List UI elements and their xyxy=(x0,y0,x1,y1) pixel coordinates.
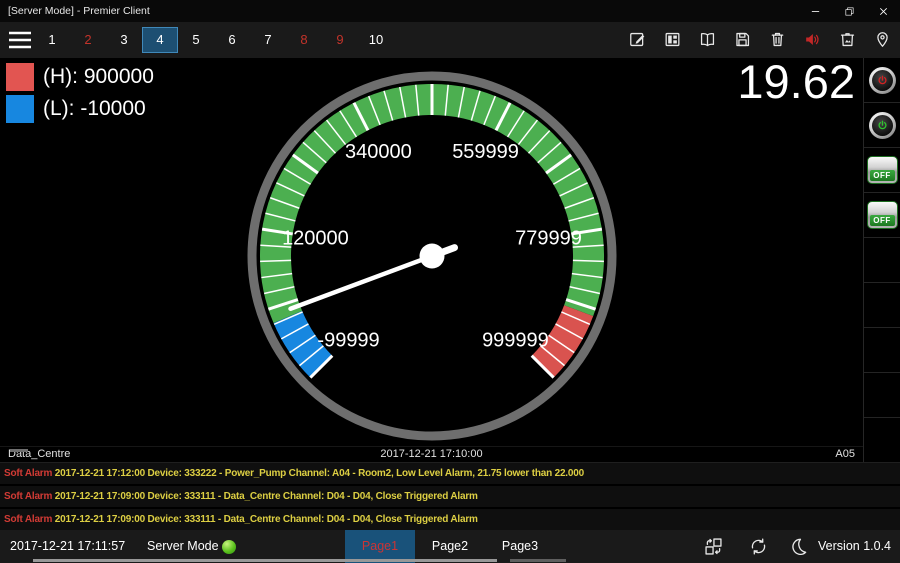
horizontal-scrollbar-track[interactable] xyxy=(510,559,566,562)
tab-3[interactable]: 3 xyxy=(106,27,142,53)
high-limit-label: (H): 900000 xyxy=(43,65,154,89)
horizontal-scrollbar-thumb[interactable] xyxy=(33,559,497,562)
high-limit-swatch xyxy=(6,63,34,91)
tab-8[interactable]: 8 xyxy=(286,27,322,53)
power-on-button[interactable] xyxy=(869,112,896,139)
legend-low-row: (L): -10000 xyxy=(6,95,154,123)
speaker-icon xyxy=(803,30,822,49)
screen-tabs: 1 2 3 4 5 6 7 8 9 10 xyxy=(34,27,394,53)
restore-icon xyxy=(844,6,855,17)
edit-button[interactable] xyxy=(628,30,647,49)
title-bar: [Server Mode] - Premier Client xyxy=(0,0,900,22)
delete-button[interactable] xyxy=(768,30,787,49)
sync-button[interactable] xyxy=(748,536,769,557)
window-controls xyxy=(798,0,900,22)
alarm-type: Soft Alarm xyxy=(4,514,52,525)
alarm-row[interactable]: Soft Alarm 2017-12-21 17:12:00 Device: 3… xyxy=(0,463,900,484)
sidebar-cell: OFF xyxy=(864,148,900,193)
alarm-list: Soft Alarm 2017-12-21 17:12:00 Device: 3… xyxy=(0,462,900,531)
gauge-footer: Data_Centre 2017-12-21 17:10:00 A05 xyxy=(0,446,863,462)
layout-button[interactable] xyxy=(663,30,682,49)
scroll-indicator[interactable] xyxy=(10,449,28,452)
edit-icon xyxy=(628,30,647,49)
tab-9[interactable]: 9 xyxy=(322,27,358,53)
power-icon xyxy=(876,119,889,132)
alarm-detail: 2017-12-21 17:09:00 Device: 333111 - Dat… xyxy=(55,491,478,502)
hamburger-icon xyxy=(8,31,32,49)
save-icon xyxy=(733,30,752,49)
tab-2[interactable]: 2 xyxy=(70,27,106,53)
minimize-button[interactable] xyxy=(798,0,832,22)
tab-1[interactable]: 1 xyxy=(34,27,70,53)
minimize-icon xyxy=(810,6,821,17)
restore-button[interactable] xyxy=(832,0,866,22)
toggle-switch-2[interactable]: OFF xyxy=(867,201,898,229)
location-button[interactable] xyxy=(873,30,892,49)
svg-text:340000: 340000 xyxy=(345,141,412,163)
alarm-type: Soft Alarm xyxy=(4,491,52,502)
sidebar-cell-empty xyxy=(864,418,900,463)
reading-timestamp: 2017-12-21 17:10:00 xyxy=(0,448,863,460)
tab-5[interactable]: 5 xyxy=(178,27,214,53)
svg-text:779999: 779999 xyxy=(515,228,582,250)
toolbar-actions xyxy=(628,30,892,49)
close-icon xyxy=(878,6,889,17)
location-icon xyxy=(873,30,892,49)
sidebar-cell xyxy=(864,58,900,103)
toolbar: 1 2 3 4 5 6 7 8 9 10 xyxy=(0,22,900,58)
layout-icon xyxy=(663,30,682,49)
alarm-row[interactable]: Soft Alarm 2017-12-21 17:09:00 Device: 3… xyxy=(0,509,900,530)
channel-id: A05 xyxy=(835,448,855,460)
tab-6[interactable]: 6 xyxy=(214,27,250,53)
swap-layout-button[interactable] xyxy=(703,536,724,557)
menu-button[interactable] xyxy=(8,31,32,49)
archive-button[interactable] xyxy=(838,30,857,49)
sidebar-cell-empty xyxy=(864,238,900,283)
power-icon xyxy=(876,74,889,87)
power-off-button[interactable] xyxy=(869,67,896,94)
sidebar-cell: OFF xyxy=(864,193,900,238)
tab-4[interactable]: 4 xyxy=(142,27,178,53)
speaker-button[interactable] xyxy=(803,30,822,49)
current-value-display: 19.62 xyxy=(737,54,855,109)
alarm-type: Soft Alarm xyxy=(4,468,52,479)
book-button[interactable] xyxy=(698,30,717,49)
sidebar-cell-empty xyxy=(864,328,900,373)
sync-icon xyxy=(748,536,769,557)
trash-icon xyxy=(768,30,787,49)
sidebar-cell-empty xyxy=(864,373,900,418)
svg-text:120000: 120000 xyxy=(282,228,349,250)
legend-high-row: (H): 900000 xyxy=(6,63,154,91)
connection-status-dot xyxy=(222,540,236,554)
window-title: [Server Mode] - Premier Client xyxy=(8,0,150,22)
premier-client-window: [Server Mode] - Premier Client 1 2 3 4 5… xyxy=(0,0,900,563)
svg-text:-99999: -99999 xyxy=(317,329,379,351)
save-button[interactable] xyxy=(733,30,752,49)
control-sidebar: OFF OFF xyxy=(863,58,900,462)
tab-10[interactable]: 10 xyxy=(358,27,394,53)
dashboard-area: -99999 120000 340000 559999 779999 999999 (H)… xyxy=(0,58,900,462)
alarm-detail: 2017-12-21 17:12:00 Device: 333222 - Pow… xyxy=(55,468,584,479)
alarm-row[interactable]: Soft Alarm 2017-12-21 17:09:00 Device: 3… xyxy=(0,486,900,507)
archive-icon xyxy=(838,30,857,49)
sidebar-cell-empty xyxy=(864,283,900,328)
low-limit-swatch xyxy=(6,95,34,123)
toggle-off-label: OFF xyxy=(870,215,895,226)
alarm-detail: 2017-12-21 17:09:00 Device: 333111 - Dat… xyxy=(55,514,478,525)
tab-7[interactable]: 7 xyxy=(250,27,286,53)
close-button[interactable] xyxy=(866,0,900,22)
moon-icon xyxy=(788,536,809,557)
low-limit-label: (L): -10000 xyxy=(43,97,146,121)
svg-text:559999: 559999 xyxy=(452,141,519,163)
book-icon xyxy=(698,30,717,49)
swap-layout-icon xyxy=(703,536,724,557)
night-mode-button[interactable] xyxy=(788,536,809,557)
version-label: Version 1.0.4 xyxy=(818,530,891,563)
svg-text:999999: 999999 xyxy=(482,329,549,351)
sidebar-cell xyxy=(864,103,900,148)
toggle-switch-1[interactable]: OFF xyxy=(867,156,898,184)
gauge-legend: (H): 900000 (L): -10000 xyxy=(6,63,154,127)
toggle-off-label: OFF xyxy=(870,170,895,181)
